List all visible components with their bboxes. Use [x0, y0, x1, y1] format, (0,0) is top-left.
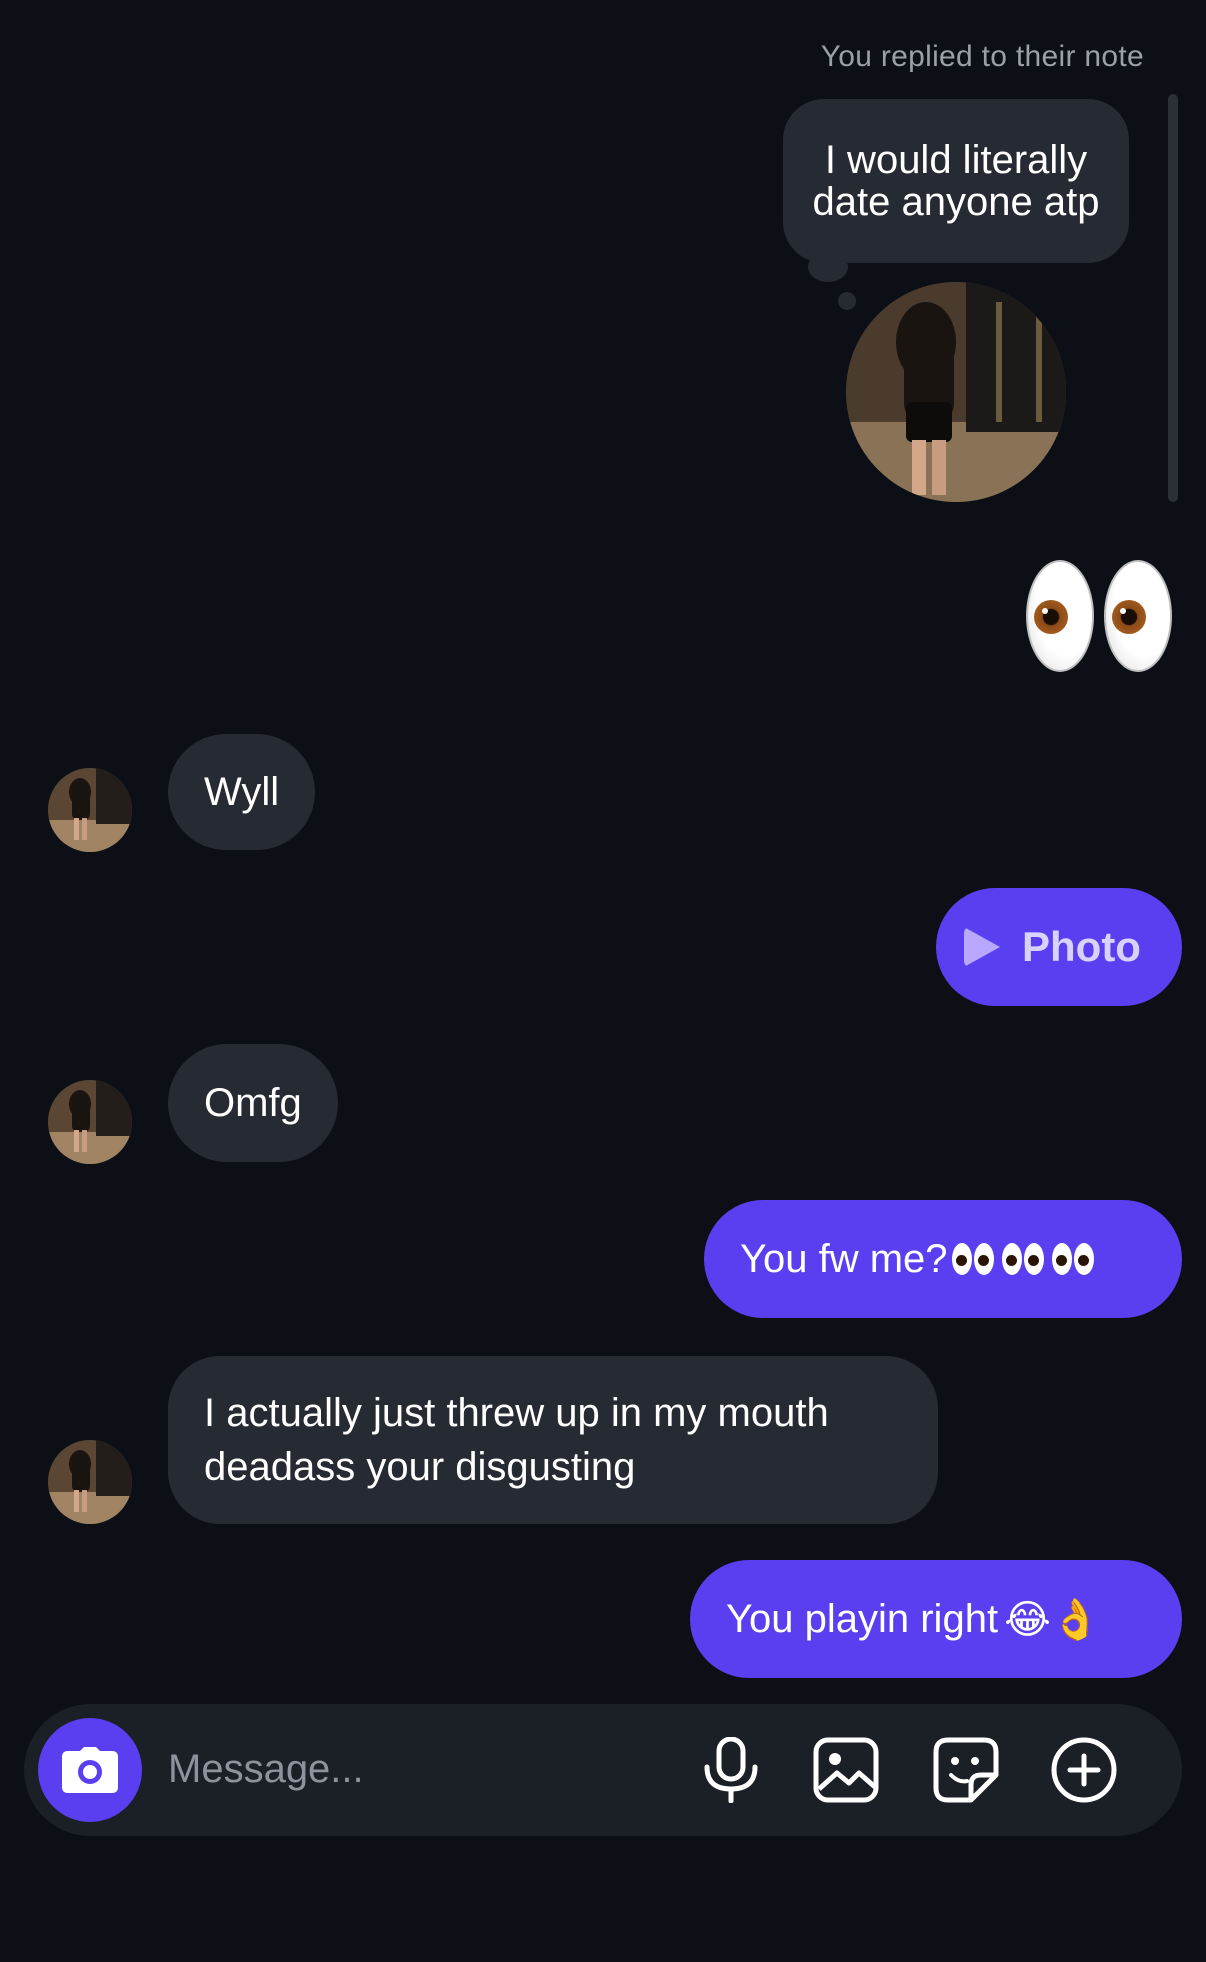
laughing-ok-emoji-icon: 😂👌 [1004, 1596, 1101, 1643]
eye-icon [1104, 560, 1172, 672]
eyes-emoji-message[interactable] [1026, 560, 1174, 676]
play-icon [964, 927, 1000, 967]
avatar-photo-icon [48, 768, 132, 852]
message-text: You fw me? [740, 1236, 948, 1281]
gallery-button[interactable] [810, 1734, 882, 1806]
message-text: I actually just threw up in my mouth dea… [204, 1391, 829, 1489]
eye-icon [1026, 560, 1094, 672]
avatar[interactable] [48, 1080, 132, 1164]
incoming-message[interactable]: I actually just threw up in my mouth dea… [168, 1356, 938, 1524]
camera-button[interactable] [38, 1718, 142, 1822]
camera-icon [62, 1747, 118, 1793]
note-bubble[interactable]: I would literally date anyone atp [780, 96, 1132, 266]
photo-attachment-message[interactable]: Photo [936, 888, 1182, 1006]
message-text: You playin right [726, 1596, 999, 1641]
outgoing-message[interactable]: You playin right 😂👌 [690, 1560, 1182, 1678]
attachment-label: Photo [1022, 923, 1141, 970]
message-text: Omfg [204, 1080, 302, 1125]
avatar-photo-icon [48, 1080, 132, 1164]
sticker-button[interactable] [930, 1734, 1002, 1806]
note-tail-dot [838, 292, 856, 310]
incoming-message[interactable]: Wyll [168, 734, 316, 850]
microphone-icon [704, 1737, 758, 1803]
plus-icon [1051, 1737, 1117, 1803]
microphone-button[interactable] [695, 1734, 767, 1806]
incoming-message[interactable]: Omfg [168, 1044, 338, 1162]
person-photo-icon [846, 282, 1066, 502]
scrollbar[interactable] [1168, 94, 1178, 502]
reply-caption: You replied to their note [820, 40, 1144, 73]
message-input[interactable] [168, 1736, 668, 1802]
sticker-icon [933, 1737, 999, 1803]
message-text: Wyll [204, 769, 280, 814]
gallery-icon [813, 1737, 879, 1803]
note-tail [808, 252, 848, 282]
avatar[interactable] [48, 768, 132, 852]
avatar[interactable] [48, 1440, 132, 1524]
eyes-emoji-icon [951, 1243, 1094, 1275]
note-author-photo[interactable] [846, 282, 1066, 502]
avatar-photo-icon [48, 1440, 132, 1524]
more-button[interactable] [1048, 1734, 1120, 1806]
note-text: I would literally date anyone atp [812, 138, 1100, 224]
outgoing-message[interactable]: You fw me? [704, 1200, 1182, 1318]
